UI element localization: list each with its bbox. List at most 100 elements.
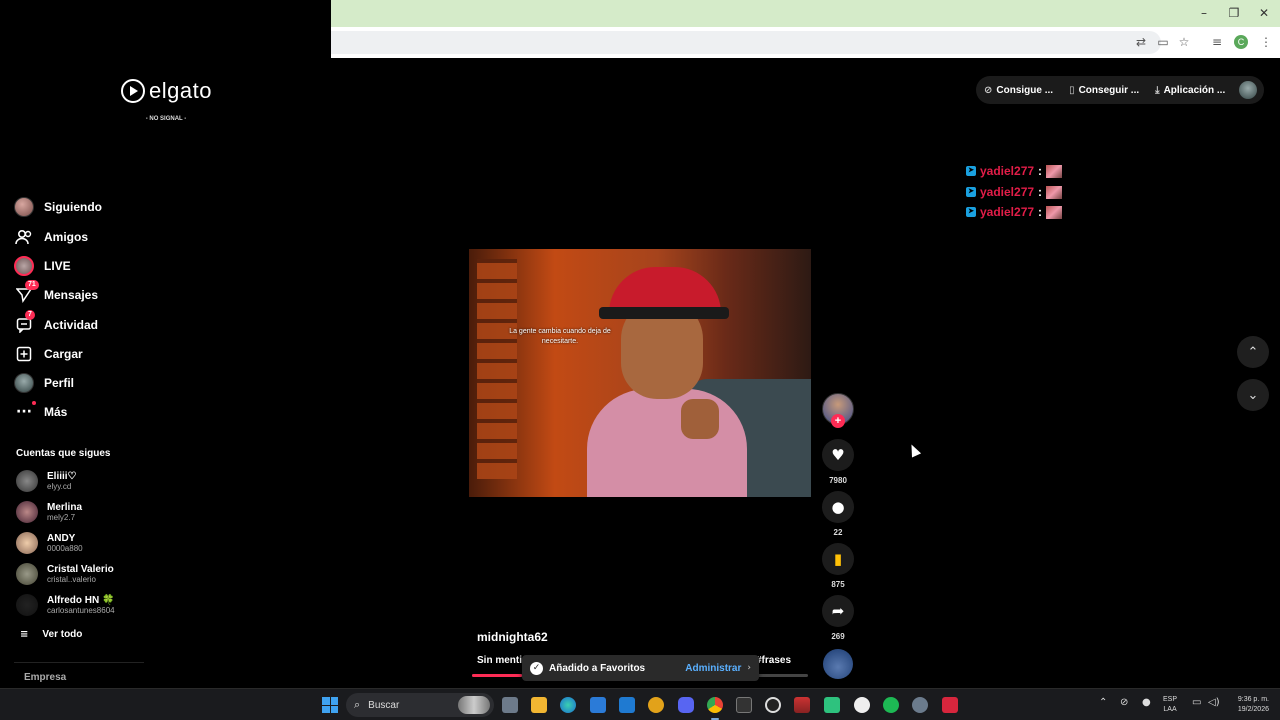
chat-separator: : [1038, 164, 1043, 178]
minimize-icon[interactable]: – [1196, 6, 1212, 20]
spotify-icon[interactable] [883, 697, 899, 713]
app-icon[interactable] [794, 697, 810, 713]
address-bar[interactable] [331, 31, 1161, 54]
video-player[interactable]: La gente cambia cuando deja de necesitar… [469, 249, 811, 497]
manage-link[interactable]: Administrar [685, 663, 741, 674]
save-count: 875 [831, 580, 845, 589]
coin-app-icon[interactable] [648, 697, 664, 713]
nav-label: Actividad [44, 318, 99, 332]
like-button[interactable]: ♥ [822, 439, 854, 471]
user-avatar[interactable] [1239, 81, 1258, 99]
elgato-brand: elgato [149, 78, 212, 103]
app-icon-red[interactable] [942, 697, 958, 713]
nav-live[interactable]: LIVE [14, 254, 71, 278]
bookmark-icon: ▮ [833, 550, 843, 568]
obs-icon[interactable] [854, 697, 870, 713]
display-icon[interactable]: ▭ [1192, 697, 1201, 708]
chat-separator: : [1038, 185, 1043, 199]
company-link[interactable]: Empresa [24, 672, 66, 683]
bookmark-star-icon[interactable]: ☆ [1176, 34, 1192, 50]
account-item[interactable]: Alfredo HN 🍀 carlosantunes8604 [16, 591, 115, 619]
mouse-cursor-icon [906, 442, 922, 458]
chat-username: yadiel277 [980, 205, 1035, 219]
video-author[interactable]: midnighta62 [477, 630, 548, 644]
chevron-up-icon[interactable]: ⌃ [1099, 697, 1107, 708]
search-highlight-image [458, 696, 490, 714]
store-icon[interactable] [590, 697, 606, 713]
browser-titlebar [331, 0, 1280, 27]
cast-icon[interactable]: ▭ [1155, 34, 1171, 50]
microphone-icon[interactable]: ● [1142, 697, 1151, 708]
file-explorer-icon[interactable] [531, 697, 547, 713]
video-hashtag[interactable]: #frases [756, 655, 791, 666]
share-button[interactable]: ➦ [822, 595, 854, 627]
account-name: ANDY [47, 532, 76, 544]
emote-icon [1046, 164, 1063, 178]
nav-following[interactable]: Siguiendo [14, 195, 102, 219]
nav-friends[interactable]: Amigos [14, 225, 88, 249]
account-item[interactable]: Merlina mely2.7 [16, 498, 82, 526]
save-button[interactable]: ▮ [822, 543, 854, 575]
nav-more[interactable]: ··· Más [14, 400, 67, 424]
nav-messages[interactable]: 71 Mensajes [14, 280, 98, 307]
music-disc[interactable] [823, 649, 853, 679]
next-video-button[interactable]: ⌄ [1237, 379, 1269, 411]
start-button[interactable] [322, 697, 338, 713]
terminal-icon[interactable] [736, 697, 752, 713]
upload-icon [14, 344, 34, 364]
clock-date: 19/2/2026 [1237, 706, 1269, 713]
coin-icon: ⊘ [984, 84, 993, 96]
app-icon-green[interactable] [824, 697, 840, 713]
messages-icon: 71 [14, 280, 39, 305]
chat-separator: : [1038, 205, 1043, 219]
video-subtitle: La gente cambia cuando deja de necesitar… [509, 328, 611, 345]
settings-icon[interactable] [912, 697, 928, 713]
emote-icon [1046, 205, 1063, 219]
nav-upload[interactable]: Cargar [14, 342, 83, 366]
pill-label: Consigue ... [996, 84, 1054, 96]
more-icon: ··· [14, 401, 36, 422]
comment-button[interactable]: ● [822, 491, 854, 523]
task-view-icon[interactable] [502, 697, 518, 713]
get-coins-button[interactable]: ⊘ Consigue ... [976, 85, 1061, 96]
nav-profile[interactable]: Perfil [14, 371, 74, 395]
account-item[interactable]: Cristal Valerio cristal..valerio [16, 560, 114, 588]
comment-icon: ● [831, 498, 845, 516]
get-app-button[interactable]: ▯ Conseguir ... [1061, 85, 1147, 96]
following-section-title: Cuentas que sigues [16, 448, 111, 459]
see-all-button[interactable]: ≡ Ver todo [20, 629, 82, 640]
nav-activity[interactable]: 7 Actividad [14, 310, 99, 337]
restore-icon[interactable]: ❐ [1226, 6, 1242, 20]
follow-button[interactable]: + [831, 414, 845, 428]
translate-icon[interactable]: ⇄ [1133, 34, 1149, 50]
download-icon: ⤓ [1155, 84, 1160, 96]
edge-icon[interactable] [560, 697, 576, 713]
menu-icon[interactable]: ⋮ [1258, 34, 1274, 50]
platform-icon: ➤ [966, 166, 976, 176]
following-avatar [14, 197, 34, 217]
avatar [16, 501, 38, 523]
media-controls-icon[interactable]: ≡ [1209, 34, 1225, 50]
capcut-icon[interactable] [765, 697, 781, 713]
close-icon[interactable]: ✕ [1256, 6, 1272, 20]
nav-label: Más [44, 405, 68, 419]
top-actions: ⊘ Consigue ... ▯ Conseguir ... ⤓ Aplicación… [976, 76, 1264, 104]
download-app-button[interactable]: ⤓ Aplicación ... [1147, 85, 1233, 96]
profile-icon[interactable]: C [1234, 35, 1248, 49]
divider [14, 662, 144, 663]
language-code: ESP [1163, 696, 1178, 703]
search-icon: ⌕ [354, 698, 361, 711]
discord-icon[interactable] [678, 697, 694, 713]
account-item[interactable]: Eliiii♡ elyy.cd [16, 467, 77, 495]
pill-label: Conseguir ... [1078, 84, 1140, 96]
avatar [16, 563, 38, 585]
network-icon[interactable]: ⊘ [1120, 697, 1128, 708]
account-item[interactable]: ANDY 0000a880 [16, 529, 83, 557]
clock[interactable]: 9:36 p. m. 19/2/2026 [1225, 695, 1269, 715]
chrome-icon[interactable] [707, 697, 723, 713]
volume-icon[interactable]: ◁) [1208, 697, 1220, 708]
previous-video-button[interactable]: ⌃ [1237, 336, 1269, 368]
taskbar: ⌕ Buscar ⌃ ⊘ ● ESP LAA ▭ ◁) 9:36 p. m. 1… [0, 688, 1280, 720]
mail-icon[interactable] [619, 697, 635, 713]
language-indicator[interactable]: ESP LAA [1163, 695, 1177, 715]
